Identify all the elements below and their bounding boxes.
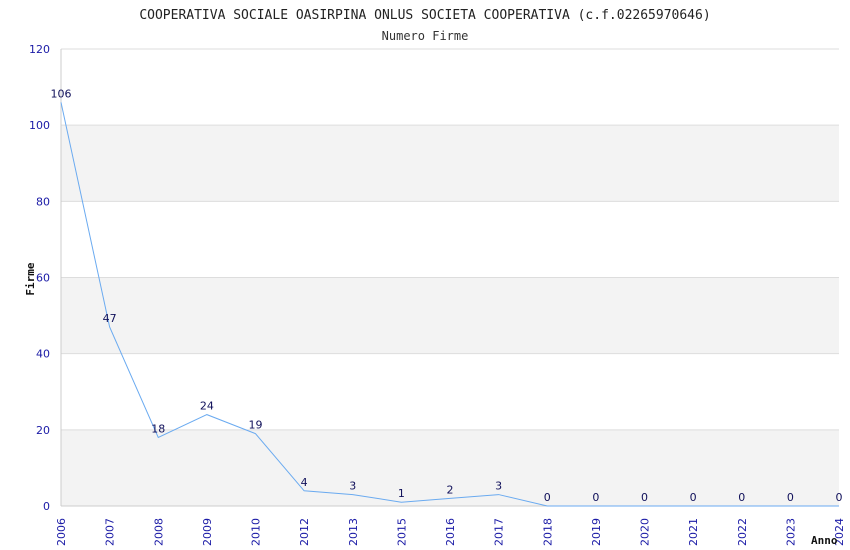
x-tick-label: 2010 [250, 518, 263, 546]
plot-band [61, 277, 839, 354]
x-tick-label: 2013 [347, 518, 360, 546]
y-tick-label: 0 [43, 500, 50, 513]
chart-title: COOPERATIVA SOCIALE OASIRPINA ONLUS SOCI… [139, 8, 710, 23]
data-label: 18 [151, 422, 165, 435]
y-tick-label: 60 [36, 272, 50, 285]
data-label: 1 [398, 487, 405, 500]
x-axis-label: Anno [811, 534, 838, 547]
y-tick-label: 120 [29, 43, 50, 56]
chart-subtitle: Numero Firme [382, 29, 469, 43]
data-label: 4 [301, 476, 308, 489]
data-label: 47 [103, 312, 117, 325]
plot-band [61, 201, 839, 278]
data-label: 19 [249, 419, 263, 432]
y-tick-label: 80 [36, 195, 50, 208]
x-tick-label: 2017 [493, 518, 506, 546]
data-label: 3 [349, 480, 356, 493]
x-tick-label: 2015 [395, 518, 408, 546]
x-tick-label: 2009 [201, 518, 214, 546]
data-label: 0 [641, 491, 648, 504]
x-tick-label: 2016 [444, 518, 457, 546]
data-label: 0 [592, 491, 599, 504]
x-tick-label: 2008 [152, 518, 165, 546]
plot-band [61, 125, 839, 202]
x-tick-label: 2022 [736, 518, 749, 546]
x-tick-label: 2019 [590, 518, 603, 546]
line-chart: COOPERATIVA SOCIALE OASIRPINA ONLUS SOCI… [24, 8, 846, 547]
data-label: 0 [690, 491, 697, 504]
x-tick-label: 2012 [298, 518, 311, 546]
data-label: 3 [495, 480, 502, 493]
x-tick-label: 2006 [55, 518, 68, 546]
data-label: 2 [447, 483, 454, 496]
x-tick-label: 2023 [784, 518, 797, 546]
data-label: 24 [200, 400, 214, 413]
y-tick-label: 20 [36, 424, 50, 437]
x-tick-label: 2021 [687, 518, 700, 546]
data-label: 0 [738, 491, 745, 504]
plot-band [61, 49, 839, 126]
plot-band [61, 353, 839, 430]
data-label: 0 [544, 491, 551, 504]
y-axis-label: Firme [24, 262, 37, 295]
x-tick-label: 2018 [541, 518, 554, 546]
data-label: 106 [51, 87, 72, 100]
x-tick-label: 2020 [639, 518, 652, 546]
data-label: 0 [836, 491, 843, 504]
x-tick-label: 2007 [104, 518, 117, 546]
x-tick-labels: 2006 2007 2008 2009 2010 2012 2013 2015 2016 2017… [55, 518, 846, 546]
y-tick-label: 40 [36, 348, 50, 361]
data-label: 0 [787, 491, 794, 504]
y-tick-label: 100 [29, 119, 50, 132]
